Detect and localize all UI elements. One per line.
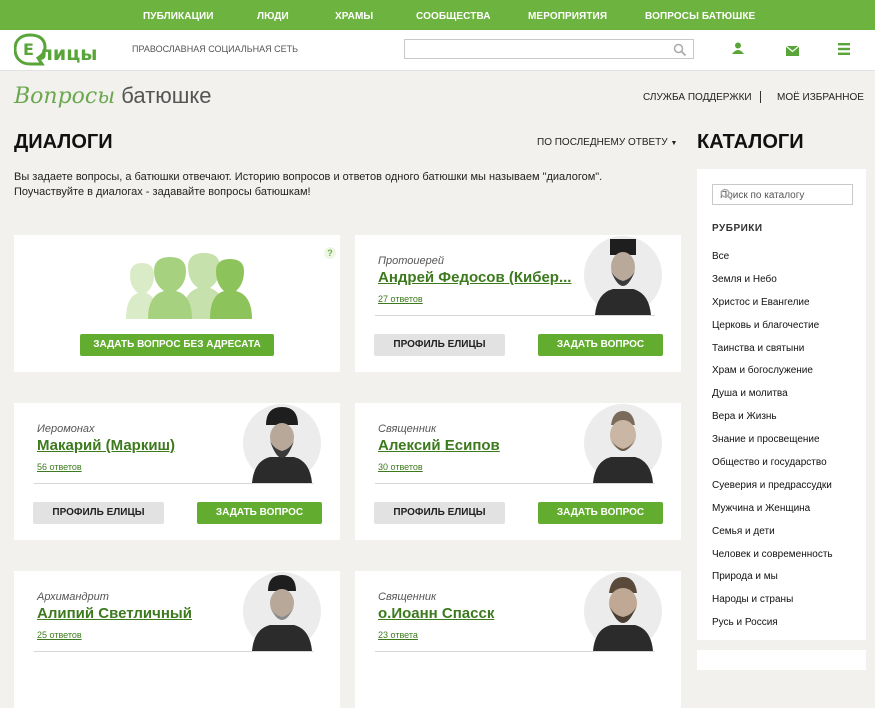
brand-word-priest: батюшке bbox=[115, 83, 212, 108]
sort-dropdown[interactable]: ПО ПОСЛЕДНЕМУ ОТВЕТУ ▼ bbox=[537, 137, 677, 148]
nav-people[interactable]: ЛЮДИ bbox=[257, 11, 289, 22]
intro-text: Вы задаете вопросы, а батюшки отвечают. … bbox=[14, 171, 603, 198]
card-divider bbox=[34, 651, 314, 652]
card-divider bbox=[375, 315, 655, 316]
ask-question-button[interactable]: ЗАДАТЬ ВОПРОС bbox=[538, 334, 663, 356]
ask-question-button[interactable]: ЗАДАТЬ ВОПРОС bbox=[538, 502, 663, 524]
priest-card: Архимандрит Алипий Светличный 25 ответов bbox=[14, 571, 340, 708]
nav-publications[interactable]: ПУБЛИКАЦИИ bbox=[143, 11, 214, 22]
priest-photo bbox=[243, 404, 321, 483]
rubric-item[interactable]: Общество и государство bbox=[712, 457, 833, 480]
rubric-item[interactable]: Вера и Жизнь bbox=[712, 411, 833, 434]
ask-without-addressee-button[interactable]: ЗАДАТЬ ВОПРОС БЕЗ АДРЕСАТА bbox=[80, 334, 274, 356]
rubric-item[interactable]: Душа и молитва bbox=[712, 388, 833, 411]
rubrics-heading: РУБРИКИ bbox=[712, 223, 763, 234]
support-link[interactable]: СЛУЖБА ПОДДЕРЖКИ bbox=[643, 92, 752, 103]
answers-count-link[interactable]: 30 ответов bbox=[378, 462, 423, 472]
section-brand[interactable]: Вопросы батюшке bbox=[14, 83, 211, 109]
priest-title: Протоиерей bbox=[378, 255, 444, 267]
group-icon bbox=[126, 253, 252, 319]
priest-photo bbox=[584, 404, 662, 483]
rubric-item[interactable]: Христос и Евангелие bbox=[712, 297, 833, 320]
rubric-item[interactable]: Таинства и святыни bbox=[712, 343, 833, 366]
priest-card: Священник о.Иоанн Спасск 23 ответа bbox=[355, 571, 681, 708]
priest-name-link[interactable]: о.Иоанн Спасск bbox=[378, 605, 494, 622]
card-divider bbox=[375, 651, 655, 652]
profile-button[interactable]: ПРОФИЛЬ ЕЛИЦЫ bbox=[33, 502, 164, 524]
tagline: ПРАВОСЛАВНАЯ СОЦИАЛЬНАЯ СЕТЬ bbox=[132, 44, 299, 54]
priest-name-link[interactable]: Алипий Светличный bbox=[37, 605, 192, 622]
svg-text:лицы: лицы bbox=[39, 43, 98, 65]
nav-communities[interactable]: СООБЩЕСТВА bbox=[416, 11, 491, 22]
rubric-item[interactable]: Церковь и благочестие bbox=[712, 320, 833, 343]
page-title: ДИАЛОГИ bbox=[14, 131, 113, 153]
search-input[interactable] bbox=[404, 39, 694, 59]
card-divider bbox=[34, 483, 314, 484]
catalog-title: КАТАЛОГИ bbox=[697, 131, 804, 153]
caret-down-icon: ▼ bbox=[670, 140, 678, 147]
catalog-panel-2 bbox=[697, 650, 866, 670]
priest-name-link[interactable]: Макарий (Маркиш) bbox=[37, 437, 175, 454]
favorites-link[interactable]: МОЁ ИЗБРАННОЕ bbox=[777, 92, 864, 103]
profile-button[interactable]: ПРОФИЛЬ ЕЛИЦЫ bbox=[374, 334, 505, 356]
svg-text:Е: Е bbox=[23, 40, 34, 59]
site-header: Е лицы ПРАВОСЛАВНАЯ СОЦИАЛЬНАЯ СЕТЬ bbox=[0, 30, 875, 71]
answers-count-link[interactable]: 23 ответа bbox=[378, 630, 418, 640]
user-icon[interactable] bbox=[731, 41, 745, 60]
priest-name-link[interactable]: Алексий Есипов bbox=[378, 437, 500, 454]
link-divider bbox=[760, 91, 761, 103]
ask-question-button[interactable]: ЗАДАТЬ ВОПРОС bbox=[197, 502, 322, 524]
site-logo[interactable]: Е лицы bbox=[13, 33, 118, 72]
nav-questions[interactable]: ВОПРОСЫ БАТЮШКЕ bbox=[645, 11, 755, 22]
catalog-search-input[interactable]: Поиск по каталогу bbox=[712, 184, 853, 205]
section-header: Вопросы батюшке СЛУЖБА ПОДДЕРЖКИ МОЁ ИЗБ… bbox=[0, 71, 875, 121]
rubric-item[interactable]: Человек и современность bbox=[712, 549, 833, 572]
rubric-item[interactable]: Храм и богослужение bbox=[712, 365, 833, 388]
priest-photo bbox=[243, 572, 321, 651]
rubric-item[interactable]: Суеверия и предрассудки bbox=[712, 480, 833, 503]
rubric-item[interactable]: Русь и Россия bbox=[712, 617, 833, 640]
catalog-panel: Поиск по каталогу РУБРИКИ Все Земля и Не… bbox=[697, 169, 866, 640]
priest-card: Иеромонах Макарий (Маркиш) 56 ответов ПР… bbox=[14, 403, 340, 540]
search-icon[interactable] bbox=[673, 43, 687, 62]
menu-icon[interactable] bbox=[838, 42, 850, 60]
priest-photo bbox=[584, 236, 662, 315]
priest-title: Иеромонах bbox=[37, 423, 95, 435]
priest-title: Священник bbox=[378, 591, 437, 603]
rubric-item[interactable]: Семья и дети bbox=[712, 526, 833, 549]
help-icon[interactable]: ? bbox=[324, 247, 336, 259]
answers-count-link[interactable]: 27 ответов bbox=[378, 294, 423, 304]
card-divider bbox=[375, 483, 655, 484]
search-icon[interactable] bbox=[720, 188, 848, 204]
brand-word-questions: Вопросы bbox=[14, 84, 116, 109]
rubric-item[interactable]: Знание и просвещение bbox=[712, 434, 833, 457]
priest-title: Архимандрит bbox=[37, 591, 109, 603]
nav-temples[interactable]: ХРАМЫ bbox=[335, 11, 373, 22]
mail-icon[interactable] bbox=[785, 43, 800, 61]
sort-label: ПО ПОСЛЕДНЕМУ ОТВЕТУ bbox=[537, 137, 668, 148]
anonymous-question-card: ? ЗАДАТЬ ВОПРОС БЕЗ АДРЕСАТА bbox=[14, 235, 340, 372]
top-navigation: ПУБЛИКАЦИИ ЛЮДИ ХРАМЫ СООБЩЕСТВА МЕРОПРИ… bbox=[0, 0, 875, 30]
answers-count-link[interactable]: 56 ответов bbox=[37, 462, 82, 472]
rubric-item[interactable]: Мужчина и Женщина bbox=[712, 503, 833, 526]
priest-title: Священник bbox=[378, 423, 437, 435]
profile-button[interactable]: ПРОФИЛЬ ЕЛИЦЫ bbox=[374, 502, 505, 524]
priest-photo bbox=[584, 572, 662, 651]
priest-card: Протоиерей Андрей Федосов (Кибер... 27 о… bbox=[355, 235, 681, 372]
rubrics-list: Все Земля и Небо Христос и Евангелие Цер… bbox=[712, 251, 833, 640]
answers-count-link[interactable]: 25 ответов bbox=[37, 630, 82, 640]
priest-card: Священник Алексий Есипов 30 ответов ПРОФ… bbox=[355, 403, 681, 540]
rubric-item[interactable]: Земля и Небо bbox=[712, 274, 833, 297]
rubric-item[interactable]: Все bbox=[712, 251, 833, 274]
rubric-item[interactable]: Народы и страны bbox=[712, 594, 833, 617]
rubric-item[interactable]: Природа и мы bbox=[712, 571, 833, 594]
nav-events[interactable]: МЕРОПРИЯТИЯ bbox=[528, 11, 607, 22]
priest-name-link[interactable]: Андрей Федосов (Кибер... bbox=[378, 269, 571, 286]
